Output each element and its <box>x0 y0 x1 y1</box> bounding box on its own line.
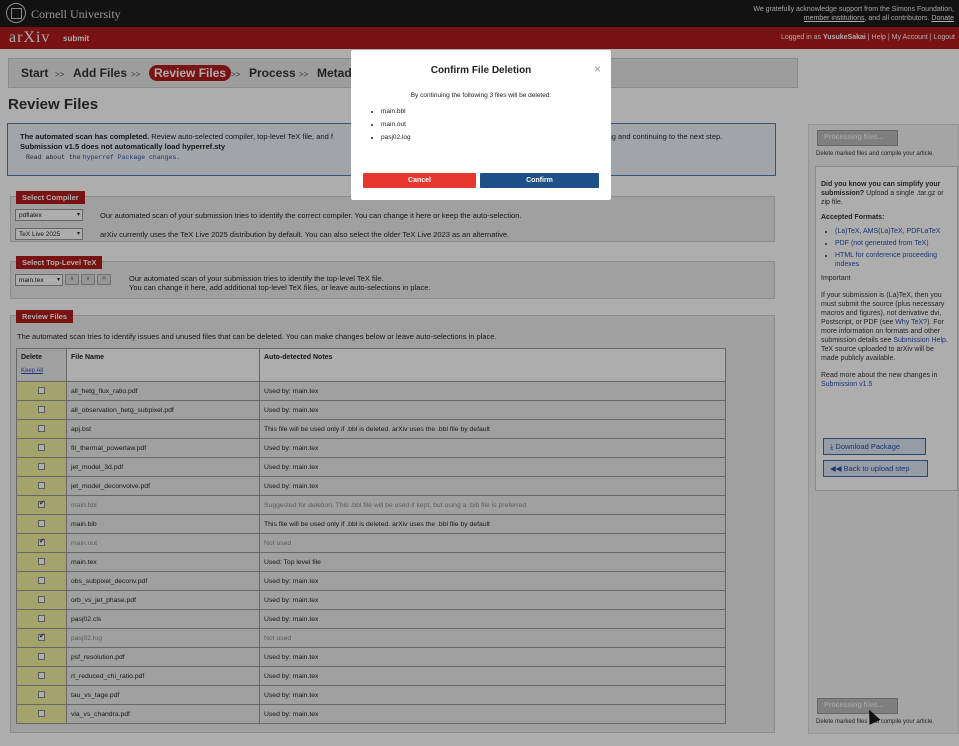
modal-message: By continuing the following 3 files will… <box>410 92 552 99</box>
list-item: main.bbl <box>381 108 411 115</box>
close-icon[interactable]: × <box>594 62 601 76</box>
deletion-file-list: main.bbl main.out pasj02.log <box>369 108 411 147</box>
modal-title: Confirm File Deletion <box>430 65 532 76</box>
list-item: pasj02.log <box>381 134 411 141</box>
confirm-button[interactable]: Confirm <box>480 173 599 188</box>
confirm-deletion-modal: Confirm File Deletion × By continuing th… <box>351 50 611 200</box>
cancel-button[interactable]: Cancel <box>363 173 476 188</box>
list-item: main.out <box>381 121 411 128</box>
